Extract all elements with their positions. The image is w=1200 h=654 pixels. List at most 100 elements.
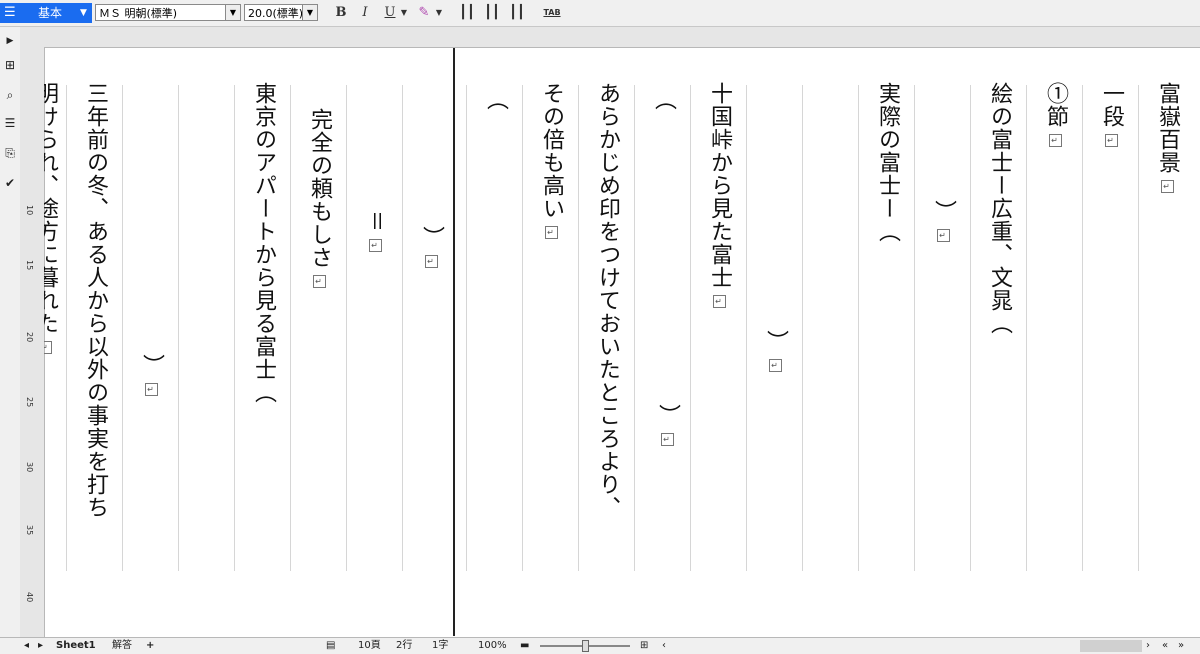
ruler-mark: 15 [25, 260, 34, 271]
text-column[interactable]: 十国峠から見た富士 ↵ [704, 82, 734, 308]
underline-button[interactable]: U [382, 4, 398, 22]
vertical-ruler: 10 15 20 25 30 35 40 [20, 47, 45, 637]
column-line [346, 85, 347, 571]
zoom-slider-thumb[interactable] [582, 640, 589, 652]
ruler-mark: 25 [25, 397, 34, 408]
column-line [1138, 85, 1139, 571]
column-line [1026, 85, 1027, 571]
sheet-tab-sheet1[interactable]: Sheet1 [56, 638, 96, 654]
return-mark-icon: ↵ [712, 295, 726, 308]
bold-button[interactable]: B [333, 4, 349, 22]
scroll-left-icon[interactable]: ‹ [662, 638, 666, 654]
chevron-down-icon[interactable]: ▼ [399, 4, 409, 22]
text-column[interactable]: 三年前の冬、ある人から以外の事実を打ち [80, 82, 110, 519]
ruler-mark: 30 [25, 462, 34, 473]
text-column[interactable]: ①節 ↵ [1040, 82, 1070, 147]
text-column[interactable]: その倍も高い ↵ [536, 82, 566, 239]
clipboard-icon[interactable]: ⎘ [2, 145, 18, 161]
chevron-down-icon[interactable]: ▼ [80, 3, 87, 23]
align-bottom-icon[interactable]: ┃┃ [508, 4, 526, 22]
font-size-select[interactable]: 20.0(標準) ▼ [244, 4, 318, 21]
return-mark-icon: ↵ [1048, 134, 1062, 147]
column-line [402, 85, 403, 571]
align-top-icon[interactable]: ┃┃ [458, 4, 476, 22]
zoom-in-icon[interactable]: ⊞ [640, 638, 648, 654]
text-column[interactable]: 一段 ↵ [1096, 82, 1126, 147]
return-mark-icon: ↵ [144, 383, 158, 396]
column-line [914, 85, 915, 571]
column-line [122, 85, 123, 571]
column-line [858, 85, 859, 571]
style-label: 基本 [38, 6, 63, 20]
column-text: 十国峠から見た富士 [707, 82, 732, 289]
scroll-right-icon[interactable]: › [1146, 638, 1150, 654]
ruler-mark: 35 [25, 525, 34, 536]
text-column[interactable]: （ [648, 88, 678, 111]
font-name-select[interactable]: ＭＳ 明朝(標準) ▼ [95, 4, 241, 21]
return-mark-icon: ↵ [660, 433, 674, 446]
align-center-icon[interactable]: ┃┃ [483, 4, 501, 22]
chevron-down-icon[interactable]: ▼ [225, 5, 240, 20]
text-column[interactable]: ）↵ [136, 354, 166, 396]
style-dropdown[interactable]: ☰ 基本 ▼ [0, 3, 92, 23]
text-column[interactable]: 実際の富士ー（ [872, 82, 902, 243]
last-page-icon[interactable]: » [1178, 638, 1184, 654]
return-mark-icon: ↵ [424, 255, 438, 268]
return-mark-icon: ↵ [544, 226, 558, 239]
return-mark-icon: ↵ [1160, 180, 1174, 193]
list-icon[interactable]: ☰ [2, 115, 18, 131]
search-icon[interactable]: ⌕ [2, 87, 18, 103]
column-text: 一段 [1099, 82, 1124, 128]
column-line [578, 85, 579, 571]
column-text: ） [139, 354, 164, 377]
column-text: 絵の富士ー広重、文晁（ [987, 82, 1012, 335]
text-column[interactable]: 完全の頼もしさ ↵ [304, 108, 334, 288]
italic-button[interactable]: I [357, 4, 373, 22]
zoom-select[interactable]: 100% [478, 638, 507, 654]
add-sheet-button[interactable]: + [146, 638, 154, 654]
ruler-mark: 40 [25, 592, 34, 603]
text-column[interactable]: ）↵ [416, 226, 446, 268]
text-column[interactable]: あらかじめ印をつけておいたところより、 [592, 82, 622, 519]
font-name-value: ＭＳ 明朝(標準) [99, 7, 178, 20]
text-column[interactable]: ）↵ [760, 330, 790, 372]
tab-button[interactable]: TAB [541, 4, 563, 22]
column-line [466, 85, 467, 571]
scroll-left-icon[interactable]: ◂ [24, 638, 29, 654]
column-line [290, 85, 291, 571]
chevron-down-icon[interactable]: ▼ [302, 5, 317, 20]
text-column[interactable]: 明けられ、途方に暮れた ↵ [44, 82, 60, 354]
column-text: ①節 [1043, 82, 1068, 128]
column-line [970, 85, 971, 571]
text-column[interactable]: ＝↵ [360, 210, 390, 253]
toolbar: ☰ 基本 ▼ ＭＳ 明朝(標準) ▼ 20.0(標準) ▼ B I U ▼ ✎ … [0, 0, 1200, 27]
column-line [178, 85, 179, 571]
grid-icon[interactable]: ⊞ [2, 57, 18, 73]
char-indicator: 1字 [432, 640, 449, 651]
highlight-icon[interactable]: ✎ [416, 4, 432, 22]
scroll-right-icon[interactable]: ▸ [38, 638, 43, 654]
return-mark-icon: ↵ [1104, 134, 1118, 147]
column-text: あらかじめ印をつけておいたところより、 [595, 82, 620, 519]
text-column[interactable]: 東京のアパートから見る富士（ [248, 82, 278, 404]
first-page-icon[interactable]: « [1162, 638, 1168, 654]
check-icon[interactable]: ✔ [2, 175, 18, 191]
chevron-down-icon[interactable]: ▼ [434, 4, 444, 22]
sheet-tab-answer[interactable]: 解答 [112, 638, 132, 654]
layout-icon[interactable]: ▤ [326, 638, 335, 654]
expand-icon[interactable]: ▶ [2, 33, 18, 49]
text-column[interactable]: 富嶽百景 ↵ [1152, 82, 1182, 193]
zoom-out-icon[interactable]: ▬ [520, 638, 529, 654]
text-column[interactable]: ）↵ [652, 404, 682, 446]
ruler-mark: 10 [25, 205, 34, 216]
status-bar: ◂ ▸ Sheet1 解答 + ▤ 10頁 2行 1字 100% ▬ ⊞ ‹ ›… [0, 637, 1200, 654]
column-text: 実際の富士ー（ [875, 82, 900, 243]
menu-icon[interactable]: ☰ [4, 3, 16, 23]
text-column[interactable]: （ [480, 88, 510, 111]
text-column[interactable]: ）↵ [928, 200, 958, 242]
text-column[interactable]: 絵の富士ー広重、文晁（ [984, 82, 1014, 335]
column-text: その倍も高い [539, 82, 564, 220]
horizontal-scrollbar[interactable] [1080, 640, 1142, 652]
column-line [690, 85, 691, 571]
page-indicator: 10頁 [358, 640, 381, 651]
